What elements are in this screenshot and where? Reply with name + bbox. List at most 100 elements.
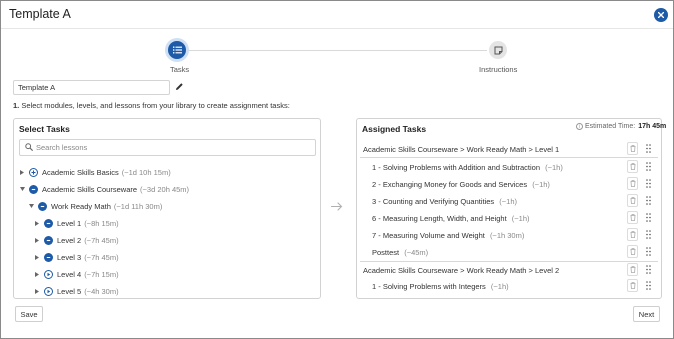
delete-button[interactable]	[627, 177, 638, 190]
drag-handle[interactable]	[646, 281, 651, 292]
task-row[interactable]: 1 - Solving Problems with Addition and S…	[360, 159, 658, 176]
info-icon: i	[576, 123, 583, 130]
tree-item-duration: (~8h 15m)	[84, 218, 119, 228]
delete-button[interactable]	[627, 211, 638, 224]
tree-item-level-5[interactable]: Level 5 (~4h 30m)	[34, 285, 119, 297]
drag-handle[interactable]	[646, 196, 651, 207]
step-instructions[interactable]	[489, 41, 507, 59]
assigned-tasks-panel: Assigned Tasks Academic Skills Coursewar…	[356, 118, 662, 299]
tree-item-label: Work Ready Math	[51, 201, 111, 211]
search-box[interactable]	[19, 139, 316, 156]
tree-item-level-4[interactable]: Level 4 (~7h 15m)	[34, 268, 119, 280]
caret-down-icon[interactable]	[19, 187, 25, 191]
template-name-input[interactable]	[13, 80, 170, 95]
task-row[interactable]: 3 - Counting and Verifying Quantities (~…	[360, 193, 658, 210]
task-label: 1 - Solving Problems with Addition and S…	[372, 163, 563, 172]
task-row[interactable]: 6 - Measuring Length, Width, and Height …	[360, 210, 658, 227]
drag-handle[interactable]	[646, 247, 651, 258]
caret-right-icon[interactable]	[34, 254, 40, 260]
drag-handle[interactable]	[646, 162, 651, 173]
play-circle-icon	[44, 269, 53, 279]
tree-item-label: Academic Skills Courseware	[42, 184, 138, 194]
task-row[interactable]: 2 - Exchanging Money for Goods and Servi…	[360, 176, 658, 193]
estimated-time-value: 17h 45m	[638, 123, 667, 130]
delete-button[interactable]	[627, 160, 638, 173]
drag-dots-icon	[646, 162, 651, 171]
trash-icon	[630, 163, 635, 170]
select-tasks-panel: Select Tasks Academic Skills Basics (~1d…	[13, 118, 321, 299]
pencil-icon	[176, 83, 183, 90]
step-tasks-label: Tasks	[170, 65, 190, 74]
tree-item-duration: (~1d 11h 30m)	[113, 201, 163, 211]
tree-item-duration: (~7h 45m)	[84, 252, 119, 262]
close-icon	[658, 12, 664, 18]
task-row[interactable]: Posttest (~45m)	[360, 244, 658, 261]
delete-button[interactable]	[627, 142, 638, 155]
caret-down-icon[interactable]	[28, 204, 34, 208]
tree-item-level-3[interactable]: Level 3 (~7h 45m)	[34, 251, 119, 263]
delete-button[interactable]	[627, 263, 638, 276]
task-row[interactable]: 7 - Measuring Volume and Weight (~1h 30m…	[360, 227, 658, 244]
step-instructions-label: Instructions	[479, 65, 518, 74]
task-label: 1 - Solving Problems with Integers (~1h)	[372, 282, 509, 291]
trash-icon	[630, 197, 635, 204]
trash-icon	[630, 266, 635, 273]
caret-right-icon[interactable]	[34, 237, 40, 243]
instruction-number: 1.	[13, 101, 20, 110]
tree-item-academic-skills-courseware[interactable]: Academic Skills Courseware (~3d 20h 45m)	[19, 183, 189, 195]
tree-item-label: Level 1	[57, 218, 82, 228]
drag-dots-icon	[646, 281, 651, 290]
task-row[interactable]: 1 - Solving Problems with Integers (~1h)	[360, 278, 658, 295]
minus-circle-icon	[44, 235, 53, 245]
search-icon	[25, 143, 33, 151]
tree-item-duration: (~7h 45m)	[84, 235, 119, 245]
delete-button[interactable]	[627, 279, 638, 292]
instruction-text: 1. Select modules, levels, and lessons f…	[13, 101, 290, 110]
task-group-header: Academic Skills Courseware > Work Ready …	[360, 261, 658, 278]
instruction-body: Select modules, levels, and lessons from…	[21, 101, 290, 110]
next-button[interactable]: Next	[633, 306, 660, 322]
search-input[interactable]	[36, 142, 306, 153]
trash-icon	[630, 214, 635, 221]
drag-handle[interactable]	[646, 213, 651, 224]
caret-right-icon[interactable]	[34, 288, 40, 294]
tree-item-label: Academic Skills Basics	[42, 167, 119, 177]
save-button[interactable]: Save	[15, 306, 43, 322]
tree-item-level-2[interactable]: Level 2 (~7h 45m)	[34, 234, 119, 246]
minus-circle-icon	[29, 184, 38, 194]
assigned-tasks-title: Assigned Tasks	[362, 124, 427, 134]
task-group-label: Academic Skills Courseware > Work Ready …	[363, 266, 560, 275]
tree-item-label: Level 2	[57, 235, 82, 245]
drag-dots-icon	[646, 179, 651, 188]
drag-handle[interactable]	[646, 144, 651, 155]
delete-button[interactable]	[627, 245, 638, 258]
tree-item-academic-skills-basics[interactable]: Academic Skills Basics (~1d 10h 15m)	[19, 166, 171, 178]
caret-right-icon[interactable]	[19, 169, 25, 175]
arrow-right-icon	[331, 202, 343, 211]
list-icon	[172, 46, 182, 54]
tree-item-level-1[interactable]: Level 1 (~8h 15m)	[34, 217, 119, 229]
caret-right-icon[interactable]	[34, 220, 40, 226]
drag-handle[interactable]	[646, 265, 651, 276]
task-label: 3 - Counting and Verifying Quantities (~…	[372, 197, 517, 206]
play-circle-icon	[44, 286, 53, 296]
delete-button[interactable]	[627, 228, 638, 241]
estimated-time: i Estimated Time: 17h 45m	[576, 123, 666, 130]
drag-handle[interactable]	[646, 230, 651, 241]
minus-circle-icon	[44, 218, 53, 228]
step-tasks[interactable]	[168, 41, 186, 59]
task-label: 7 - Measuring Volume and Weight (~1h 30m…	[372, 231, 525, 240]
tree-item-duration: (~4h 30m)	[84, 286, 119, 296]
tree-item-work-ready-math[interactable]: Work Ready Math (~1d 11h 30m)	[28, 200, 162, 212]
trash-icon	[630, 248, 635, 255]
minus-circle-icon	[44, 252, 53, 262]
drag-handle[interactable]	[646, 179, 651, 190]
minus-circle-icon	[38, 201, 47, 211]
drag-dots-icon	[646, 265, 651, 274]
tree-item-duration: (~1d 10h 15m)	[121, 167, 171, 177]
delete-button[interactable]	[627, 194, 638, 207]
caret-right-icon[interactable]	[34, 271, 40, 277]
close-button[interactable]	[654, 8, 668, 22]
drag-dots-icon	[646, 196, 651, 205]
edit-name-button[interactable]	[174, 81, 185, 92]
